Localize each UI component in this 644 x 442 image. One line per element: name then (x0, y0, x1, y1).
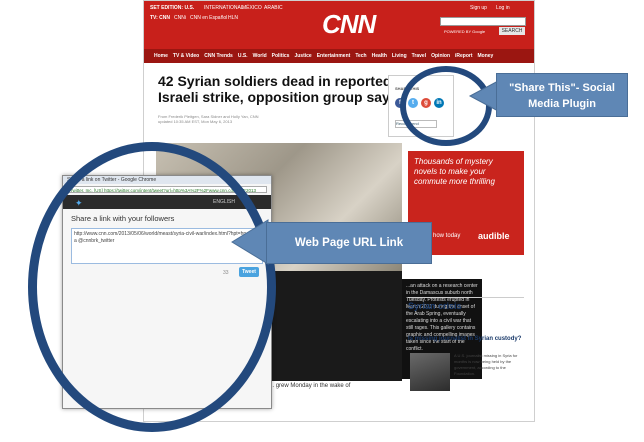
share-this-callout: "Share This"- Social Media Plugin (496, 73, 628, 117)
arrow-url (231, 219, 269, 265)
callout-arrows (231, 79, 501, 265)
url-link-callout: Web Page URL Link (266, 222, 432, 264)
